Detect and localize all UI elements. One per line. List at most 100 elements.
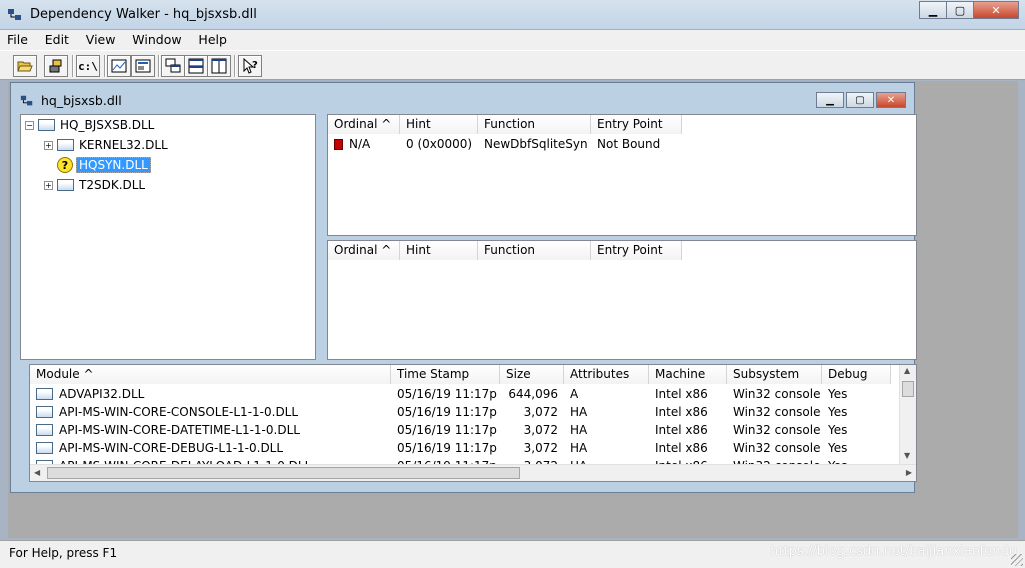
column-header-entry-point[interactable]: Entry Point [591, 241, 682, 260]
column-header-debug[interactable]: Debug [822, 365, 891, 384]
configure-icon [135, 59, 151, 73]
cell-debug: Yes [828, 405, 848, 419]
save-icon [49, 59, 62, 73]
save-button[interactable] [44, 55, 68, 77]
cell-attributes: A [570, 387, 579, 401]
cell-size: 644,096 [508, 387, 558, 401]
profile-icon [111, 59, 127, 73]
tree-item-hqsyn[interactable]: ? HQSYN.DLL [57, 156, 151, 174]
cell-debug: Yes [828, 441, 848, 455]
configure-button[interactable] [131, 55, 155, 77]
column-header-size[interactable]: Size [500, 365, 564, 384]
cell-debug: Yes [828, 387, 848, 401]
imports-header: Ordinal ^ Hint Function Entry Point [328, 115, 682, 134]
help-icon: ? [243, 58, 258, 74]
tree-item-t2sdk[interactable]: + T2SDK.DLL [44, 176, 147, 194]
cell-time-stamp: 05/16/19 11:17p [397, 387, 497, 401]
cell-time-stamp: 05/16/19 11:17p [397, 423, 497, 437]
scroll-left-icon[interactable]: ◀ [34, 468, 40, 477]
document-title-bar[interactable]: hq_bjsxsb.dll ▁ ▢ ✕ [11, 83, 914, 111]
table-row[interactable]: N/A 0 (0x0000) NewDbfSqliteSyn Not Bound [328, 135, 682, 153]
tree-item-label: HQSYN.DLL [76, 157, 151, 173]
expand-icon[interactable]: + [44, 180, 53, 190]
minimize-button[interactable]: ▁ [919, 1, 947, 19]
tile-horizontal-icon [188, 58, 204, 74]
column-header-ordinal[interactable]: Ordinal ^ [328, 241, 400, 260]
cell-subsystem: Win32 console [733, 405, 821, 419]
menu-bar: File Edit View Window Help [0, 30, 1025, 50]
cell-size: 3,072 [523, 405, 558, 419]
menu-file[interactable]: File [0, 30, 34, 47]
cascade-button[interactable] [161, 55, 185, 77]
column-header-time-stamp[interactable]: Time Stamp [391, 365, 500, 384]
document-maximize-button[interactable]: ▢ [846, 92, 874, 108]
exports-list[interactable]: Ordinal ^ Hint Function Entry Point [327, 240, 917, 360]
table-row[interactable]: ADVAPI32.DLL 05/16/19 11:17p 644,096 A Intel… [30, 385, 891, 403]
cell-subsystem: Win32 console [733, 387, 821, 401]
missing-module-icon: ? [57, 157, 73, 173]
open-button[interactable] [13, 55, 37, 77]
document-close-button[interactable]: ✕ [876, 92, 906, 108]
tree-item-root[interactable]: − HQ_BJSXSB.DLL [25, 116, 156, 134]
column-header-function[interactable]: Function [478, 115, 591, 134]
tree-item-label: KERNEL32.DLL [79, 138, 168, 152]
column-header-ordinal[interactable]: Ordinal ^ [328, 115, 400, 134]
column-header-hint[interactable]: Hint [400, 241, 478, 260]
context-help-button[interactable]: ? [238, 55, 262, 77]
module-list[interactable]: Module ^ Time Stamp Size Attributes Mach… [29, 364, 917, 482]
module-list-vertical-scrollbar[interactable]: ▲ ▼ [899, 365, 916, 465]
vertical-scroll-thumb[interactable] [902, 381, 914, 397]
cell-function: NewDbfSqliteSyn [484, 137, 588, 151]
cell-ordinal: N/A [349, 137, 371, 151]
cell-time-stamp: 05/16/19 11:17p [397, 405, 497, 419]
window-title: Dependency Walker - hq_bjsxsb.dll [30, 7, 257, 22]
column-header-module[interactable]: Module ^ [30, 365, 391, 384]
menu-view[interactable]: View [79, 30, 122, 47]
table-row[interactable]: API-MS-WIN-CORE-DEBUG-L1-1-0.DLL 05/16/19… [30, 439, 891, 457]
module-icon [57, 179, 74, 191]
menu-help[interactable]: Help [191, 30, 233, 47]
module-icon [36, 406, 53, 418]
close-button[interactable]: ✕ [973, 1, 1019, 19]
full-paths-button[interactable]: c:\ [76, 55, 100, 77]
scroll-right-icon[interactable]: ▶ [906, 468, 912, 477]
unresolved-import-icon [334, 138, 343, 150]
cell-size: 3,072 [523, 441, 558, 455]
module-icon [36, 442, 53, 454]
document-window: hq_bjsxsb.dll ▁ ▢ ✕ − HQ_BJSXSB.DLL + KE… [10, 82, 917, 493]
menu-edit[interactable]: Edit [38, 30, 75, 47]
tile-vertical-button[interactable] [207, 55, 231, 77]
document-minimize-button[interactable]: ▁ [816, 92, 844, 108]
table-row[interactable]: API-MS-WIN-CORE-CONSOLE-L1-1-0.DLL 05/16/… [30, 403, 891, 421]
profile-button[interactable] [107, 55, 131, 77]
column-header-attributes[interactable]: Attributes [564, 365, 649, 384]
column-header-subsystem[interactable]: Subsystem [727, 365, 822, 384]
module-icon [36, 424, 53, 436]
collapse-icon[interactable]: − [25, 120, 34, 130]
tree-item-kernel32[interactable]: + KERNEL32.DLL [44, 136, 170, 154]
expand-icon[interactable]: + [44, 140, 53, 150]
tile-horizontal-button[interactable] [184, 55, 208, 77]
cell-module: API-MS-WIN-CORE-DEBUG-L1-1-0.DLL [30, 439, 391, 457]
module-name: API-MS-WIN-CORE-DATETIME-L1-1-0.DLL [59, 423, 300, 437]
tree-item-label: T2SDK.DLL [79, 178, 146, 192]
parent-imports-list[interactable]: Ordinal ^ Hint Function Entry Point N/A … [327, 114, 917, 236]
horizontal-scroll-thumb[interactable] [47, 467, 520, 479]
column-header-entry-point[interactable]: Entry Point [591, 115, 682, 134]
scroll-down-icon[interactable]: ▼ [904, 451, 910, 460]
main-title-bar[interactable]: Dependency Walker - hq_bjsxsb.dll ▁ ▢ ✕ [0, 0, 1025, 30]
module-list-horizontal-scrollbar[interactable]: ◀ ▶ [30, 464, 916, 481]
scroll-up-icon[interactable]: ▲ [904, 366, 910, 375]
menu-window[interactable]: Window [125, 30, 187, 47]
table-row[interactable]: API-MS-WIN-CORE-DATETIME-L1-1-0.DLL 05/16… [30, 421, 891, 439]
module-dependency-tree[interactable]: − HQ_BJSXSB.DLL + KERNEL32.DLL ? HQSYN.D… [20, 114, 316, 360]
tree-item-label: HQ_BJSXSB.DLL [60, 118, 155, 132]
column-header-function[interactable]: Function [478, 241, 591, 260]
resize-grip[interactable] [1011, 554, 1023, 566]
column-header-machine[interactable]: Machine [649, 365, 727, 384]
maximize-button[interactable]: ▢ [946, 1, 974, 19]
cell-machine: Intel x86 [655, 423, 708, 437]
cell-attributes: HA [570, 441, 588, 455]
column-header-hint[interactable]: Hint [400, 115, 478, 134]
status-text: For Help, press F1 [9, 546, 118, 560]
